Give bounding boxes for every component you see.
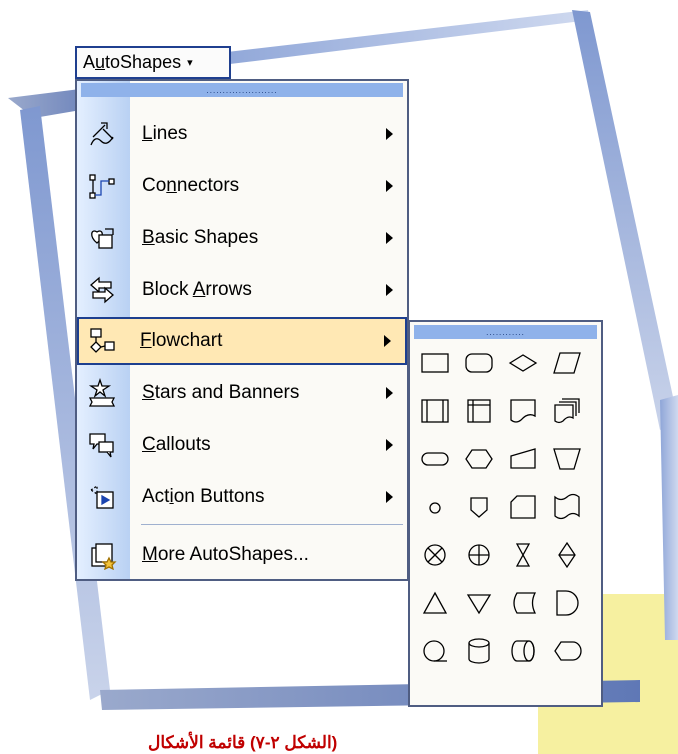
flowchart-punched-tape-shape[interactable] <box>548 488 586 526</box>
flowchart-sequential-access-storage-shape[interactable] <box>416 632 454 670</box>
flowchart-predefined-process-shape[interactable] <box>416 392 454 430</box>
lines-label-post: ines <box>152 123 188 144</box>
dropdown-arrow-icon: ▾ <box>187 57 193 69</box>
callouts-label-post: allouts <box>155 434 211 455</box>
action-buttons-label-post: on Buttons <box>173 486 265 507</box>
menu-item-action-buttons[interactable]: Action Buttons <box>79 473 405 521</box>
action-buttons-icon <box>85 480 119 514</box>
menu-item-flowchart[interactable]: Flowchart <box>77 317 407 365</box>
menu-item-connectors[interactable]: Connectors <box>79 162 405 210</box>
flowchart-icon <box>85 324 119 358</box>
menu-item-more-autoshapes[interactable]: More AutoShapes... <box>79 531 405 579</box>
callouts-icon <box>85 428 119 462</box>
connectors-icon <box>85 169 119 203</box>
stars-banners-label-post: tars and Banners <box>154 382 300 403</box>
flowchart-display-shape[interactable] <box>548 632 586 670</box>
flowchart-label-post: lowchart <box>151 330 223 351</box>
flowchart-summing-junction-shape[interactable] <box>416 536 454 574</box>
flowchart-data-shape[interactable] <box>548 344 586 382</box>
flowchart-document-shape[interactable] <box>504 392 542 430</box>
block-arrows-label-pre: Block <box>142 279 193 300</box>
autoshapes-label-u: u <box>95 52 106 72</box>
flowchart-off-page-connector-shape[interactable] <box>460 488 498 526</box>
stars-banners-label-u: S <box>142 382 155 403</box>
menu-separator <box>141 524 403 525</box>
submenu-arrow-icon <box>386 284 393 296</box>
more-autoshapes-label-post: ore AutoShapes... <box>157 544 309 565</box>
basic-shapes-label-u: B <box>142 227 155 248</box>
flowchart-label-u: F <box>140 330 152 351</box>
submenu-grip-handle[interactable]: ............ <box>414 325 597 339</box>
figure-caption: (الشكل ٢-٧) قائمة الأشكال <box>148 733 338 752</box>
flowchart-manual-operation-shape[interactable] <box>548 440 586 478</box>
autoshapes-label-a: A <box>83 52 96 72</box>
connectors-label-pre: Co <box>142 175 167 196</box>
flowchart-process-shape[interactable] <box>416 344 454 382</box>
block-arrows-label-u: A <box>192 279 206 300</box>
flowchart-stored-data-shape[interactable] <box>504 584 542 622</box>
flowchart-submenu: ............ <box>408 320 603 707</box>
menu-item-lines[interactable]: Lines <box>79 110 405 158</box>
autoshapes-menu: ...................... Lines Connectors <box>75 79 409 581</box>
flowchart-decision-shape[interactable] <box>504 344 542 382</box>
flowchart-alternate-process-shape[interactable] <box>460 344 498 382</box>
connectors-label-u: n <box>166 175 177 196</box>
autoshapes-button[interactable]: Au toShapes ▾ <box>75 46 231 79</box>
flowchart-internal-storage-shape[interactable] <box>460 392 498 430</box>
flowchart-preparation-shape[interactable] <box>460 440 498 478</box>
menu-item-basic-shapes[interactable]: Basic Shapes <box>79 214 405 262</box>
flowchart-merge-shape[interactable] <box>460 584 498 622</box>
submenu-arrow-icon <box>386 439 393 451</box>
callouts-label-u: C <box>142 434 156 455</box>
flowchart-magnetic-disk-shape[interactable] <box>460 632 498 670</box>
lines-icon <box>85 117 119 151</box>
flowchart-sort-shape[interactable] <box>548 536 586 574</box>
submenu-arrow-icon <box>386 232 393 244</box>
flowchart-multidocument-shape[interactable] <box>548 392 586 430</box>
basic-shapes-icon <box>85 221 119 255</box>
flowchart-manual-input-shape[interactable] <box>504 440 542 478</box>
more-autoshapes-icon <box>85 538 119 572</box>
flowchart-delay-shape[interactable] <box>548 584 586 622</box>
menu-item-block-arrows[interactable]: Block Arrows <box>79 266 405 314</box>
submenu-arrow-icon <box>386 387 393 399</box>
block-arrows-icon <box>85 273 119 307</box>
more-autoshapes-label-u: M <box>142 544 158 565</box>
flowchart-extract-shape[interactable] <box>416 584 454 622</box>
menu-item-callouts[interactable]: Callouts <box>79 421 405 469</box>
flowchart-connector-shape[interactable] <box>416 488 454 526</box>
flowchart-card-shape[interactable] <box>504 488 542 526</box>
block-arrows-label-post: rrows <box>205 279 252 300</box>
flowchart-terminator-shape[interactable] <box>416 440 454 478</box>
basic-shapes-label-post: asic Shapes <box>154 227 259 248</box>
menu-grip-handle[interactable]: ...................... <box>81 83 403 97</box>
autoshapes-label-rest: toShapes <box>105 52 182 72</box>
stars-banners-icon <box>85 376 119 410</box>
flowchart-direct-access-storage-shape[interactable] <box>504 632 542 670</box>
lines-label-u: L <box>142 123 153 144</box>
submenu-arrow-icon <box>386 180 393 192</box>
submenu-arrow-icon <box>386 128 393 140</box>
action-buttons-label-pre: Act <box>142 486 170 507</box>
flowchart-or-shape[interactable] <box>460 536 498 574</box>
menu-item-stars-banners[interactable]: Stars and Banners <box>79 369 405 417</box>
flowchart-collate-shape[interactable] <box>504 536 542 574</box>
connectors-label-post: nectors <box>176 175 240 196</box>
submenu-arrow-icon <box>384 335 391 347</box>
submenu-arrow-icon <box>386 491 393 503</box>
